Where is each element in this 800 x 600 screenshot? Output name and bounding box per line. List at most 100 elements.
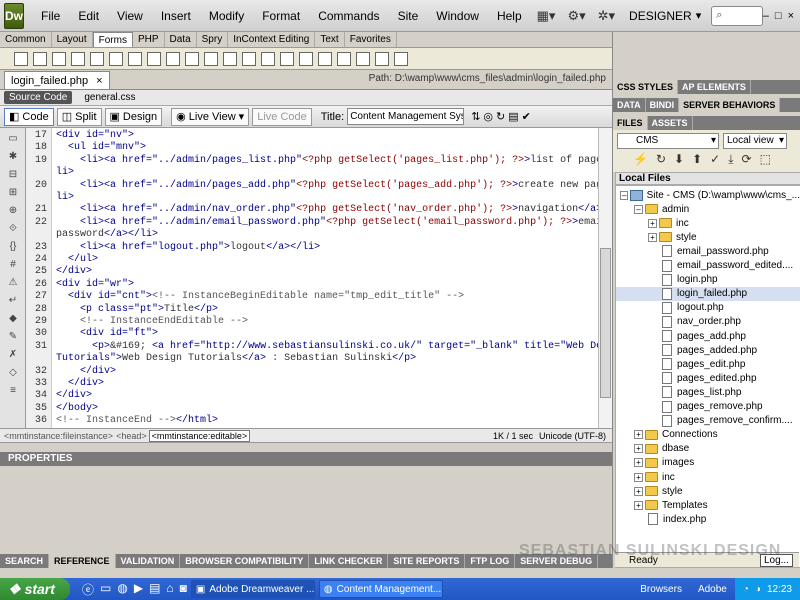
desktop-icon[interactable]: ▭: [100, 581, 111, 598]
file-item[interactable]: index.php: [616, 512, 800, 526]
textarea-icon[interactable]: [71, 51, 85, 66]
related-file-link[interactable]: general.css: [84, 92, 135, 103]
tag-selector-editable[interactable]: <mmtinstance:editable>: [148, 429, 251, 442]
remove-comment-icon[interactable]: ✗: [7, 349, 19, 361]
tab-databases[interactable]: DATA: [613, 98, 646, 112]
apply-comment-icon[interactable]: ✎: [7, 331, 19, 343]
folder-item[interactable]: + dbase: [616, 442, 800, 456]
visual-aids-icon[interactable]: ▤: [508, 110, 518, 123]
image-field-icon[interactable]: [204, 51, 218, 66]
tab-php[interactable]: PHP: [133, 32, 165, 47]
expand-icon[interactable]: +: [648, 218, 657, 228]
folder-item[interactable]: – admin: [616, 202, 800, 216]
file-item[interactable]: login_failed.php: [616, 286, 800, 301]
button-icon[interactable]: [242, 51, 256, 66]
tab-assets[interactable]: ASSETS: [648, 116, 693, 130]
code-line[interactable]: <div id="nv">: [56, 130, 134, 141]
file-item[interactable]: pages_edit.php: [616, 357, 800, 371]
expand-icon[interactable]: +: [634, 472, 643, 482]
tag-selector-head[interactable]: <head>: [116, 431, 147, 441]
form-icon[interactable]: [14, 51, 28, 66]
tab-site-reports[interactable]: SITE REPORTS: [388, 554, 466, 568]
fieldset-icon[interactable]: [280, 51, 294, 66]
code-line[interactable]: <!-- InstanceEndEditable -->: [56, 316, 248, 327]
recent-snippets-icon[interactable]: ≡: [7, 385, 19, 397]
code-line[interactable]: </body>: [56, 403, 98, 414]
code-line[interactable]: <li><a href="../admin/pages_add.php"<?ph…: [56, 180, 598, 191]
folder-icon[interactable]: ▤: [149, 581, 160, 598]
radio-group-icon[interactable]: [147, 51, 161, 66]
browsers-toolbar[interactable]: Browsers: [640, 584, 682, 595]
code-line[interactable]: li>: [56, 167, 74, 178]
expand-icon[interactable]: +: [634, 430, 643, 440]
workspace-switcher[interactable]: DESIGNER: [629, 9, 692, 23]
menu-site[interactable]: Site: [389, 0, 428, 32]
check-out-icon[interactable]: ✓: [710, 152, 720, 167]
code-line[interactable]: </div>: [56, 266, 92, 277]
checkbox-group-icon[interactable]: [109, 51, 123, 66]
collapse-selection-icon[interactable]: ⊞: [7, 187, 19, 199]
folder-item[interactable]: + images: [616, 456, 800, 470]
menu-edit[interactable]: Edit: [69, 0, 108, 32]
tab-link-checker[interactable]: LINK CHECKER: [309, 554, 389, 568]
tray-icon[interactable]: ◔: [743, 584, 749, 595]
menu-commands[interactable]: Commands: [309, 0, 388, 32]
expand-icon[interactable]: +: [634, 458, 643, 468]
file-item[interactable]: pages_add.php: [616, 329, 800, 343]
radio-icon[interactable]: [128, 51, 142, 66]
put-files-icon[interactable]: ⬆: [692, 152, 702, 167]
collapse-icon[interactable]: –: [620, 190, 629, 200]
code-line[interactable]: </div>: [56, 378, 104, 389]
synchronize-icon[interactable]: ⟳: [742, 152, 752, 167]
source-code-button[interactable]: Source Code: [4, 91, 73, 104]
file-item[interactable]: pages_remove_confirm....: [616, 414, 800, 428]
menu-view[interactable]: View: [108, 0, 152, 32]
minimize-button[interactable]: –: [763, 10, 769, 22]
tab-bindings[interactable]: BINDI: [646, 98, 680, 112]
tab-files[interactable]: FILES: [613, 116, 648, 130]
tab-layout[interactable]: Layout: [52, 32, 93, 47]
collapse-icon[interactable]: –: [634, 204, 643, 214]
spry-password-icon[interactable]: [356, 51, 370, 66]
scrollbar-thumb[interactable]: [600, 248, 611, 398]
properties-panel-header[interactable]: PROPERTIES: [0, 452, 612, 466]
tab-ftp-log[interactable]: FTP LOG: [465, 554, 516, 568]
code-line[interactable]: <li><a href="../admin/nav_order.php"<?ph…: [56, 204, 598, 215]
code-line[interactable]: <div id="cnt"><!-- InstanceBeginEditable…: [56, 291, 464, 302]
tab-server-behaviors[interactable]: SERVER BEHAVIORS: [679, 98, 781, 112]
taskbar-dreamweaver[interactable]: ▣ Adobe Dreamweaver ...: [190, 580, 315, 598]
file-item[interactable]: login.php: [616, 273, 800, 287]
spry-select-icon[interactable]: [318, 51, 332, 66]
list-menu-icon[interactable]: [166, 51, 180, 66]
expand-icon[interactable]: +: [634, 486, 643, 496]
code-line[interactable]: password</a></li>: [56, 229, 158, 240]
code-line[interactable]: </div>: [56, 390, 92, 401]
tab-common[interactable]: Common: [0, 32, 52, 47]
refresh-icon[interactable]: ↻: [496, 110, 505, 123]
menu-modify[interactable]: Modify: [200, 0, 253, 32]
tab-spry[interactable]: Spry: [197, 32, 229, 47]
tab-incontext-editing[interactable]: InContext Editing: [228, 32, 316, 47]
folder-item[interactable]: + style: [616, 484, 800, 498]
chevron-down-icon[interactable]: ▾: [696, 9, 702, 22]
gear-icon[interactable]: ⚙▾: [567, 8, 585, 24]
site-select[interactable]: CMS: [617, 133, 719, 149]
connect-icon[interactable]: ⚡: [633, 152, 648, 167]
select-parent-tag-icon[interactable]: ⟐: [7, 223, 19, 235]
live-view-button[interactable]: ◉ Live View ▾: [171, 107, 250, 126]
live-code-button[interactable]: Live Code: [252, 107, 312, 126]
code-line[interactable]: <li><a href="../admin/pages_list.php"<?p…: [56, 155, 598, 166]
word-wrap-icon[interactable]: ↵: [7, 295, 19, 307]
menu-help[interactable]: Help: [488, 0, 531, 32]
line-numbers-icon[interactable]: #: [7, 259, 19, 271]
file-item[interactable]: email_password_edited....: [616, 259, 800, 273]
wrap-tag-icon[interactable]: ◇: [7, 367, 19, 379]
code-line[interactable]: <li><a href="logout.php">logout</a></li>: [56, 242, 320, 253]
panel-divider[interactable]: [0, 442, 612, 452]
vertical-scrollbar[interactable]: [598, 128, 612, 428]
tray-icon[interactable]: ◑: [755, 584, 761, 595]
spry-radio-icon[interactable]: [394, 51, 408, 66]
tab-forms[interactable]: Forms: [92, 32, 133, 47]
spry-confirm-icon[interactable]: [375, 51, 389, 66]
taskbar-browser[interactable]: ◍ Content Management...: [318, 580, 443, 598]
